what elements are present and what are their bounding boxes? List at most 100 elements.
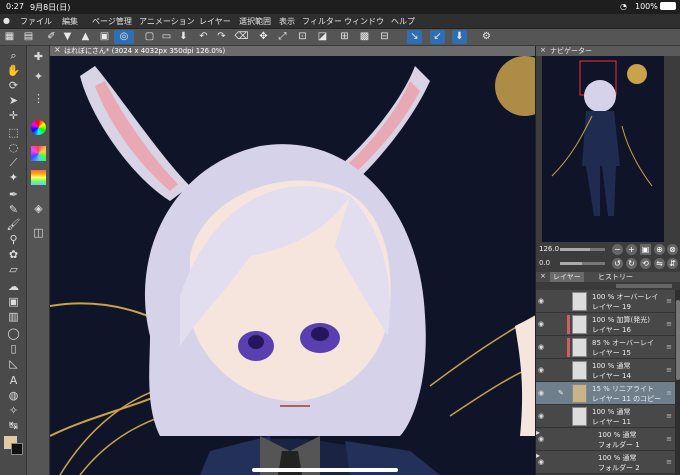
invert-icon[interactable]: ◪	[315, 30, 330, 44]
layer-list[interactable]: ◉ 100 % オーバーレイ レイヤー 19 ≡ ◉ 100 % 加算(発光) …	[536, 290, 675, 475]
layer-row[interactable]: ◉ 85 % オーバーレイ レイヤー 15 ≡	[536, 336, 675, 359]
intermediate-color-icon[interactable]	[31, 170, 46, 185]
color-wheel-icon[interactable]	[31, 120, 46, 135]
eye-icon[interactable]: ◉	[538, 343, 546, 351]
snap-special-icon[interactable]: ↙	[430, 30, 445, 44]
sub-tool-2-icon[interactable]: ✦	[30, 68, 47, 85]
magnifier-icon[interactable]: ⌕	[5, 48, 22, 63]
canvas-tab[interactable]: × はれぼにさん* (3024 x 4032px 350dpi 126.0%)	[50, 46, 535, 56]
fit-window-button[interactable]: ⊗	[667, 244, 678, 255]
airbrush-icon[interactable]: ⚲	[5, 232, 22, 247]
balloon-icon[interactable]: ◍	[5, 388, 22, 403]
brush-size-icon[interactable]: ✐	[44, 30, 59, 44]
navigator-tab[interactable]: × ナビゲーター	[536, 46, 680, 56]
save-icon[interactable]: ⬇	[176, 30, 191, 44]
sub-tool-1-icon[interactable]: ✚	[30, 48, 47, 65]
clear-icon[interactable]: ⌫	[234, 30, 249, 44]
close-icon[interactable]: ×	[54, 46, 61, 54]
app-icon[interactable]: ●	[3, 16, 10, 25]
menu-page[interactable]: ページ管理	[92, 16, 132, 27]
menu-help[interactable]: ヘルプ	[391, 16, 415, 27]
layer-scrollbar[interactable]	[675, 290, 680, 475]
color-set-icon[interactable]	[31, 146, 46, 161]
history-tab[interactable]: ヒストリー	[598, 272, 633, 282]
fit-icon[interactable]: ▣	[97, 30, 112, 44]
fit-view-button[interactable]: ▣	[640, 244, 651, 255]
layers-icon[interactable]: ▤	[21, 30, 36, 44]
eye-icon[interactable]: ◉	[538, 366, 546, 374]
ruler-tool-icon[interactable]: ◺	[5, 356, 22, 371]
redo-icon[interactable]: ↷	[214, 30, 229, 44]
zoom-in-button[interactable]: +	[626, 244, 637, 255]
grid-icon[interactable]: ▩	[357, 30, 372, 44]
menu-window[interactable]: ウィンドウ	[344, 16, 384, 27]
layer-row[interactable]: ◉ 100 % 通常 レイヤー 14 ≡	[536, 359, 675, 382]
zoom-out-button[interactable]: −	[612, 244, 623, 255]
layer-menu-icon[interactable]: ≡	[666, 366, 672, 374]
layer-close-icon[interactable]: ×	[540, 272, 546, 280]
menu-file[interactable]: ファイル	[20, 16, 52, 27]
rotate-left-button[interactable]: ↺	[612, 258, 623, 269]
wand-icon[interactable]: ✦	[5, 170, 22, 185]
fill-icon[interactable]: ▣	[5, 294, 22, 309]
reset-colors-icon[interactable]: ↹	[5, 418, 22, 433]
crop-icon[interactable]: ⊞	[337, 30, 352, 44]
lasso-icon[interactable]: ◌	[5, 140, 22, 155]
menu-edit[interactable]: 編集	[62, 16, 78, 27]
folder-row[interactable]: ◉ ▸ 100 % 通常 フォルダー 1 ≡	[536, 428, 675, 451]
menu-filter[interactable]: フィルター	[302, 16, 342, 27]
deselect-icon[interactable]: ⊡	[295, 30, 310, 44]
eye-icon[interactable]: ◉	[538, 297, 546, 305]
layer-menu-icon[interactable]: ≡	[666, 343, 672, 351]
layer-tab[interactable]: レイヤー	[550, 272, 584, 282]
eye-icon[interactable]: ◉	[538, 412, 546, 420]
operation-icon[interactable]: ➤	[5, 93, 22, 108]
snap-grid-icon[interactable]: ⬇	[452, 30, 467, 44]
reset-rotation-button[interactable]: ⟲	[640, 258, 651, 269]
open-icon[interactable]: ▭	[159, 30, 174, 44]
layer-row[interactable]: ◉ 100 % オーバーレイ レイヤー 19 ≡	[536, 290, 675, 313]
zoom-in-icon[interactable]: ▲	[78, 30, 93, 44]
palette-icon[interactable]: ▦	[2, 30, 17, 44]
layer-menu-icon[interactable]: ≡	[666, 412, 672, 420]
zoom-out-icon[interactable]: ▼	[60, 30, 75, 44]
eye-icon[interactable]: ◉	[538, 458, 546, 466]
undo-icon[interactable]: ↶	[196, 30, 211, 44]
sub-color-swatch[interactable]	[11, 443, 23, 455]
settings-icon[interactable]: ⚙	[479, 30, 494, 44]
blend-icon[interactable]: ☁	[5, 279, 22, 294]
text-icon[interactable]: A	[5, 373, 22, 388]
rotate-icon[interactable]: ⟳	[5, 78, 22, 93]
home-indicator[interactable]	[252, 468, 398, 472]
transform-icon[interactable]: ✥	[256, 30, 271, 44]
sub-tool-3-icon[interactable]: ⋮	[30, 90, 47, 107]
gradient-icon[interactable]: ▥	[5, 309, 22, 324]
canvas-window[interactable]: × はれぼにさん* (3024 x 4032px 350dpi 126.0%)	[50, 46, 535, 475]
figure-icon[interactable]: ◯	[5, 326, 22, 341]
snap-ruler-icon[interactable]: ↘	[407, 30, 422, 44]
scale-icon[interactable]: ⤢	[275, 30, 290, 44]
layer-menu-icon[interactable]: ≡	[666, 435, 672, 443]
flip-h-button[interactable]: ⇋	[654, 258, 665, 269]
move-icon[interactable]: ✛	[5, 108, 22, 123]
layer-menu-icon[interactable]: ≡	[666, 389, 672, 397]
navigator-preview[interactable]	[542, 56, 664, 242]
layer-menu-icon[interactable]: ≡	[666, 320, 672, 328]
brush-icon[interactable]: 🖌	[5, 217, 22, 232]
layer-row[interactable]: ◉ 100 % 加算(発光) レイヤー 16 ≡	[536, 313, 675, 336]
pen-icon[interactable]: ✒	[5, 187, 22, 202]
actual-size-button[interactable]: ⊕	[654, 244, 665, 255]
eye-icon[interactable]: ◉	[538, 320, 546, 328]
scrollbar-knob[interactable]	[676, 300, 680, 380]
opacity-slider[interactable]	[616, 284, 672, 288]
pencil-icon[interactable]: ✎	[5, 202, 22, 217]
menu-view[interactable]: 表示	[279, 16, 295, 27]
select-icon[interactable]: ⬚	[5, 125, 22, 140]
layer-row[interactable]: ◉ 100 % 通常 レイヤー 11 ≡	[536, 405, 675, 428]
quick-access-icon[interactable]: ◎	[114, 30, 134, 44]
rotate-right-button[interactable]: ↻	[626, 258, 637, 269]
illustration[interactable]	[50, 56, 535, 475]
zoom-slider[interactable]	[560, 248, 605, 251]
layer-menu-icon[interactable]: ≡	[666, 297, 672, 305]
navigator-close-icon[interactable]: ×	[540, 46, 546, 54]
